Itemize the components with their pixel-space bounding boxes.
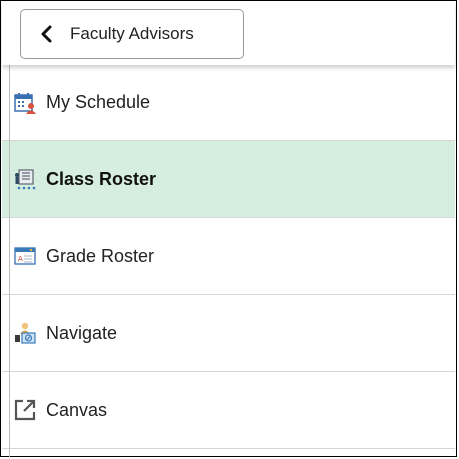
menu-item-grade-roster[interactable]: A Grade Roster	[2, 218, 455, 295]
menu-item-label: My Schedule	[46, 92, 151, 112]
header-bar: Faculty Advisors	[2, 2, 455, 65]
menu-item-my-schedule[interactable]: My Schedule	[2, 65, 455, 141]
svg-text:A: A	[18, 255, 23, 263]
grade-window-icon: A	[12, 243, 38, 269]
nav-menu: My Schedule Class Roster A Grade Roster …	[2, 65, 455, 449]
menu-item-canvas[interactable]: Canvas	[2, 372, 455, 449]
menu-item-class-roster[interactable]: Class Roster	[2, 141, 455, 218]
menu-item-label: Grade Roster	[46, 245, 155, 266]
divider-line	[9, 65, 10, 457]
back-button-label: Faculty Advisors	[70, 24, 194, 43]
roster-list-icon	[12, 166, 38, 192]
menu-item-label: Canvas	[46, 399, 108, 420]
menu-item-label: Class Roster	[46, 168, 157, 189]
back-button[interactable]: Faculty Advisors	[20, 9, 244, 59]
app-frame: Faculty Advisors My Schedule Class Roste…	[0, 0, 457, 457]
chevron-left-icon	[35, 22, 59, 46]
navigate-person-icon	[12, 320, 38, 346]
menu-item-navigate[interactable]: Navigate	[2, 295, 455, 372]
calendar-person-icon	[12, 90, 38, 116]
external-link-icon	[12, 397, 38, 423]
menu-item-label: Navigate	[46, 322, 118, 343]
